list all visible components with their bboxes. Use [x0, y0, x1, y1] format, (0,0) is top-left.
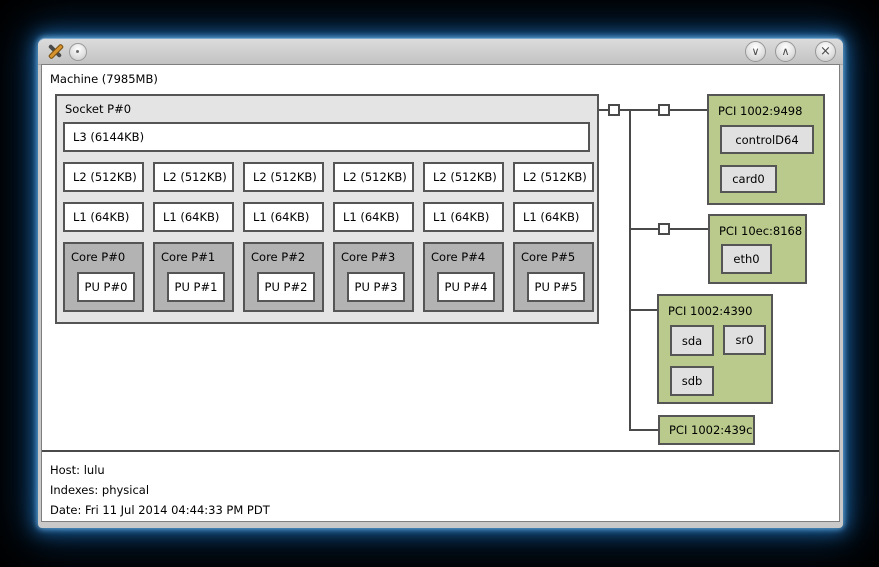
l1-cache-label: L1 (64KB) [523, 210, 579, 224]
pci-box-1002-439c: PCI 1002:439c [658, 415, 755, 445]
pci-bridge-square [658, 104, 670, 116]
device-box-eth0: eth0 [721, 244, 772, 274]
hostbridge-square [608, 104, 620, 116]
device-label: eth0 [723, 252, 770, 266]
pu-box: PU P#5 [527, 272, 585, 302]
l1-cache-label: L1 (64KB) [343, 210, 399, 224]
device-label: card0 [722, 172, 775, 186]
pu-box: PU P#2 [257, 272, 315, 302]
core-box: Core P#4 PU P#4 [423, 242, 504, 312]
pci-trunk-line [629, 109, 631, 431]
window-titlebar[interactable]: ∨ ∧ × [38, 39, 843, 65]
pu-box: PU P#0 [77, 272, 135, 302]
legend-host: Host: lulu [50, 463, 105, 477]
pci-link-line [670, 228, 708, 230]
pci-link-line [631, 429, 658, 431]
l2-cache-box: L2 (512KB) [333, 162, 414, 192]
core-box: Core P#0 PU P#0 [63, 242, 144, 312]
core-box: Core P#1 PU P#1 [153, 242, 234, 312]
core-box: Core P#5 PU P#5 [513, 242, 594, 312]
window-menu-button[interactable] [69, 43, 87, 61]
close-button[interactable]: × [815, 41, 836, 62]
device-box-card0: card0 [720, 165, 777, 193]
l2-cache-box: L2 (512KB) [423, 162, 504, 192]
l1-cache-label: L1 (64KB) [253, 210, 309, 224]
core-label: Core P#3 [341, 250, 395, 264]
pci-bridge-square [658, 223, 670, 235]
l3-cache-label: L3 (6144KB) [73, 130, 144, 144]
chevron-up-icon: ∧ [781, 45, 789, 58]
pci-link-line [631, 309, 657, 311]
core-label: Core P#2 [251, 250, 305, 264]
core-box: Core P#2 PU P#2 [243, 242, 324, 312]
l2-cache-label: L2 (512KB) [433, 170, 497, 184]
socket-box: Socket P#0 L3 (6144KB) L2 (512KB) L2 (51… [55, 94, 599, 324]
l1-cache-box: L1 (64KB) [423, 202, 504, 232]
device-label: sr0 [725, 333, 764, 347]
l2-cache-box: L2 (512KB) [63, 162, 144, 192]
core-label: Core P#0 [71, 250, 125, 264]
socket-label: Socket P#0 [65, 102, 131, 116]
l1-cache-box: L1 (64KB) [153, 202, 234, 232]
topology-canvas-frame: Machine (7985MB) Socket P#0 L3 (6144KB) … [41, 64, 840, 522]
device-box-controlD64: controlD64 [720, 125, 814, 154]
pci-link-line [631, 228, 658, 230]
device-label: sda [672, 334, 712, 348]
l2-cache-label: L2 (512KB) [523, 170, 587, 184]
pci-box-10ec-8168: PCI 10ec:8168 eth0 [708, 214, 807, 284]
l2-cache-box: L2 (512KB) [153, 162, 234, 192]
l1-cache-label: L1 (64KB) [73, 210, 129, 224]
core-label: Core P#1 [161, 250, 215, 264]
device-label: sdb [672, 374, 712, 388]
l1-cache-box: L1 (64KB) [243, 202, 324, 232]
l2-cache-box: L2 (512KB) [243, 162, 324, 192]
l1-cache-box: L1 (64KB) [63, 202, 144, 232]
menu-dot-icon [76, 50, 79, 53]
l1-cache-label: L1 (64KB) [433, 210, 489, 224]
pci-label: PCI 1002:4390 [668, 304, 752, 318]
machine-bottom-border [42, 450, 839, 452]
legend-date: Date: Fri 11 Jul 2014 04:44:33 PM PDT [50, 503, 270, 517]
lstopo-window: ∨ ∧ × Machine (7985MB) Socket P#0 L3 (61… [38, 38, 843, 528]
device-box-sdb: sdb [670, 366, 714, 396]
machine-label: Machine (7985MB) [50, 72, 158, 86]
device-box-sr0: sr0 [723, 325, 766, 355]
pci-label: PCI 10ec:8168 [719, 224, 802, 238]
pu-box: PU P#4 [437, 272, 495, 302]
l2-cache-label: L2 (512KB) [343, 170, 407, 184]
pci-label: PCI 1002:9498 [718, 104, 802, 118]
topology-canvas: Machine (7985MB) Socket P#0 L3 (6144KB) … [42, 65, 839, 521]
close-icon: × [820, 44, 831, 59]
pu-box: PU P#1 [167, 272, 225, 302]
l1-cache-label: L1 (64KB) [163, 210, 219, 224]
minimize-button[interactable]: ∨ [745, 41, 766, 62]
pci-link-line [670, 109, 707, 111]
l2-cache-label: L2 (512KB) [253, 170, 317, 184]
device-box-sda: sda [670, 325, 714, 356]
l3-cache-box: L3 (6144KB) [63, 122, 590, 152]
pci-label: PCI 1002:439c [669, 423, 752, 437]
l1-cache-box: L1 (64KB) [513, 202, 594, 232]
pci-box-1002-4390: PCI 1002:4390 sda sr0 sdb [657, 294, 773, 404]
core-box: Core P#3 PU P#3 [333, 242, 414, 312]
pci-link-line [620, 109, 658, 111]
pu-box: PU P#3 [347, 272, 405, 302]
core-label: Core P#4 [431, 250, 485, 264]
screenshot-background: ∨ ∧ × Machine (7985MB) Socket P#0 L3 (61… [0, 0, 879, 567]
device-label: controlD64 [722, 133, 812, 147]
l2-cache-label: L2 (512KB) [163, 170, 227, 184]
maximize-button[interactable]: ∧ [775, 41, 796, 62]
core-label: Core P#5 [521, 250, 575, 264]
l2-cache-box: L2 (512KB) [513, 162, 594, 192]
pci-box-1002-9498: PCI 1002:9498 controlD64 card0 [707, 94, 825, 205]
legend-indexes: Indexes: physical [50, 483, 149, 497]
l1-cache-box: L1 (64KB) [333, 202, 414, 232]
lstopo-app-icon[interactable] [46, 42, 64, 60]
chevron-down-icon: ∨ [751, 45, 759, 58]
l2-cache-label: L2 (512KB) [73, 170, 137, 184]
